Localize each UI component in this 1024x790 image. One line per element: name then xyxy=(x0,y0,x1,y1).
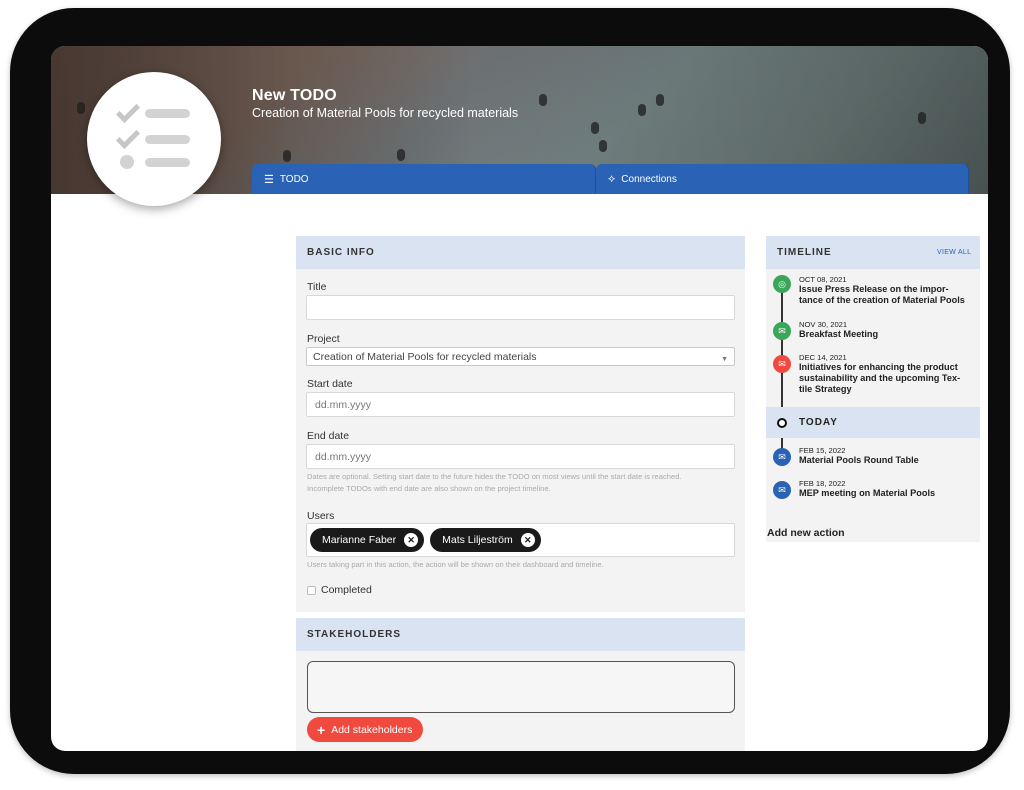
user-chip[interactable]: Mats Liljeström ✕ xyxy=(430,528,541,552)
completed-checkbox[interactable] xyxy=(307,585,316,595)
timeline-title: Breakfast Meeting xyxy=(799,329,879,339)
completed-label: Completed xyxy=(321,584,372,596)
timeline-title-line: sustainability and the upcoming Tex- xyxy=(799,373,961,383)
tablet-frame: New TODO Creation of Material Pools for … xyxy=(10,8,1010,774)
remove-user-icon[interactable]: ✕ xyxy=(404,533,419,547)
end-date-input[interactable]: dd.mm.yyyy xyxy=(306,444,735,469)
project-select[interactable]: Creation of Material Pools for recycled … xyxy=(306,347,735,366)
target-icon: ◎ xyxy=(773,275,791,293)
dates-help-line: Incomplete TODOs with end date are also … xyxy=(307,484,551,493)
users-help-text: Users taking part in this action, the ac… xyxy=(307,560,604,569)
list-line-icon xyxy=(145,135,190,144)
timeline-title-line: Initiatives for enhancing the product xyxy=(799,362,958,372)
timeline-title-line: Issue Press Release on the impor- xyxy=(799,284,949,294)
crowd-figure xyxy=(397,149,405,161)
crowd-figure xyxy=(656,94,664,106)
crowd-figure xyxy=(918,112,926,124)
crowd-figure xyxy=(638,104,646,116)
today-marker: TODAY xyxy=(766,407,980,438)
title-label: Title xyxy=(307,281,327,293)
timeline-title: MEP meeting on Material Pools xyxy=(799,488,936,498)
timeline-date: FEB 18, 2022 xyxy=(799,479,846,488)
todo-logo xyxy=(87,72,221,206)
timeline-title: Issue Press Release on the impor- tance … xyxy=(799,284,977,306)
chat-icon: ✉ xyxy=(773,481,791,499)
tab-bar: ☰ TODO ⟡ Connections xyxy=(252,164,969,194)
timeline-date: FEB 15, 2022 xyxy=(799,446,846,455)
chat-icon: ✉ xyxy=(773,448,791,466)
users-input[interactable]: Marianne Faber ✕ Mats Liljeström ✕ xyxy=(306,523,735,557)
dates-help-text: Dates are optional. Setting start date t… xyxy=(307,471,747,495)
start-date-label: Start date xyxy=(307,378,353,390)
end-date-label: End date xyxy=(307,430,350,442)
add-stakeholders-label: Add stakeholders xyxy=(331,723,413,736)
timeline-list: ◎ OCT 08, 2021 Issue Press Release on th… xyxy=(766,269,980,542)
add-stakeholders-button[interactable]: + Add stakeholders xyxy=(307,717,424,742)
dates-help-line: Dates are optional. Setting start date t… xyxy=(307,472,682,481)
users-label: Users xyxy=(307,510,335,522)
timeline-date: NOV 30, 2021 xyxy=(799,320,848,329)
bullet-icon xyxy=(120,155,134,169)
user-chip[interactable]: Marianne Faber ✕ xyxy=(310,528,425,552)
today-dot-icon xyxy=(777,418,787,428)
completed-row[interactable]: Completed xyxy=(307,584,372,596)
crowd-figure xyxy=(591,122,599,134)
list-line-icon xyxy=(145,158,190,167)
crowd-figure xyxy=(539,94,547,106)
page-header: New TODO Creation of Material Pools for … xyxy=(252,87,518,120)
timeline-title: Initiatives for enhancing the product su… xyxy=(799,362,977,395)
tab-todo-label: TODO xyxy=(279,173,309,185)
basic-info-heading: BASIC INFO xyxy=(296,236,745,269)
project-label: Project xyxy=(307,333,340,345)
stakeholders-textarea[interactable] xyxy=(307,661,735,713)
crowd-figure xyxy=(283,150,291,162)
today-label: TODAY xyxy=(799,417,838,428)
page-subtitle: Creation of Material Pools for recycled … xyxy=(252,106,519,120)
crowd-figure xyxy=(599,140,607,152)
view-all-link[interactable]: VIEW ALL xyxy=(937,249,971,256)
plus-icon: + xyxy=(317,721,326,738)
tab-todo[interactable]: ☰ TODO xyxy=(252,164,596,194)
title-input[interactable] xyxy=(306,295,735,320)
list-check-icon: ☰ xyxy=(264,173,274,186)
tab-connections-label: Connections xyxy=(621,173,677,185)
chevron-down-icon: ▼ xyxy=(721,356,728,363)
page-title: New TODO xyxy=(252,87,337,104)
app-screen: New TODO Creation of Material Pools for … xyxy=(51,46,988,751)
list-line-icon xyxy=(145,109,190,118)
timeline-title: Material Pools Round Table xyxy=(799,455,919,465)
chat-icon: ✉ xyxy=(773,322,791,340)
add-new-action-link[interactable]: Add new action xyxy=(767,527,845,539)
chat-icon: ✉ xyxy=(773,355,791,373)
user-chip-label: Marianne Faber xyxy=(322,534,397,546)
check-icon xyxy=(115,124,141,150)
timeline-title-line: tance of the creation of Material Pools xyxy=(799,295,965,305)
timeline-title-line: tile Strategy xyxy=(799,384,852,394)
start-date-input[interactable]: dd.mm.yyyy xyxy=(306,392,735,417)
check-icon xyxy=(115,98,141,124)
stakeholders-heading: STAKEHOLDERS xyxy=(296,618,745,651)
user-chip-label: Mats Liljeström xyxy=(442,534,513,546)
crowd-figure xyxy=(77,102,85,114)
project-selected-value: Creation of Material Pools for recycled … xyxy=(313,350,537,363)
timeline-date: DEC 14, 2021 xyxy=(799,353,847,362)
remove-user-icon[interactable]: ✕ xyxy=(520,533,535,547)
tab-connections[interactable]: ⟡ Connections xyxy=(596,164,969,194)
timeline-date: OCT 08, 2021 xyxy=(799,275,847,284)
connections-icon: ⟡ xyxy=(608,172,616,185)
